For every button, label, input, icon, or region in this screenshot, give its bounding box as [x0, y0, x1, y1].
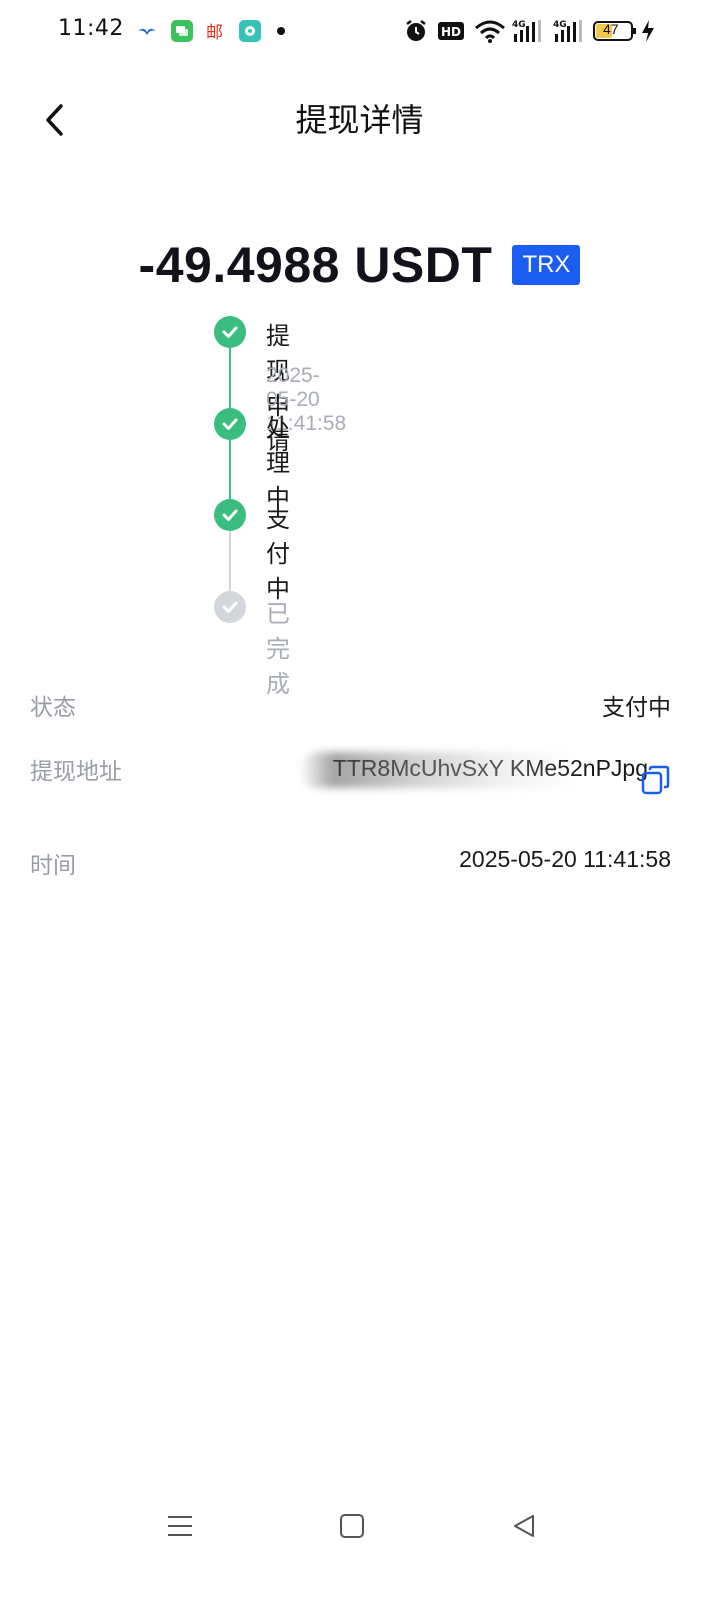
copy-icon — [641, 765, 670, 795]
address-redaction — [300, 752, 580, 788]
message-app-icon — [171, 20, 193, 42]
address-label: 提现地址 — [30, 759, 122, 785]
copy-address-button[interactable] — [640, 764, 672, 796]
battery-level: 47 — [603, 21, 619, 37]
wifi-icon — [474, 18, 506, 44]
status-time: 11:42 — [58, 16, 124, 41]
page-title: 提现详情 — [295, 101, 424, 139]
timeline-step-label: 已完成 — [266, 600, 290, 698]
step-check-icon — [214, 408, 246, 440]
status-value: 支付中 — [602, 695, 671, 721]
signal-icon: 4G — [512, 18, 544, 44]
timeline-step-label: 处理中 — [266, 414, 290, 512]
bird-app-icon — [136, 20, 158, 42]
status-bar: 11:42 邮 HD 4G 4G 47 — [0, 0, 719, 64]
step-check-icon — [214, 499, 246, 531]
svg-text:4G: 4G — [512, 20, 526, 30]
svg-text:邮: 邮 — [206, 23, 223, 42]
svg-text:HD: HD — [441, 25, 461, 39]
time-value: 2025-05-20 11:41:58 — [459, 846, 671, 872]
svg-text:4G: 4G — [553, 20, 567, 30]
time-label: 时间 — [30, 853, 76, 879]
chat-app-icon — [239, 20, 261, 42]
withdraw-amount: -49.4988 USDT — [138, 237, 493, 293]
battery-icon: 47 — [593, 18, 637, 44]
home-icon — [340, 1514, 364, 1538]
alarm-icon — [404, 18, 428, 44]
hd-icon: HD — [437, 18, 465, 44]
menu-icon — [168, 1516, 192, 1536]
mail-app-icon: 邮 — [205, 20, 227, 43]
menu-nav-button[interactable] — [160, 1508, 200, 1544]
home-nav-button[interactable] — [332, 1508, 372, 1544]
step-pending-check-icon — [214, 591, 246, 623]
signal-icon: 4G — [553, 18, 585, 44]
back-nav-button[interactable] — [504, 1508, 544, 1544]
amount-row: -49.4988 USDT TRX — [0, 236, 719, 294]
status-label: 状态 — [30, 695, 76, 721]
timeline-step-label: 支付中 — [266, 505, 290, 603]
back-triangle-icon — [514, 1515, 534, 1537]
charging-icon — [640, 18, 656, 44]
network-badge: TRX — [512, 245, 581, 285]
step-check-icon — [214, 316, 246, 348]
dot-icon — [277, 27, 285, 35]
